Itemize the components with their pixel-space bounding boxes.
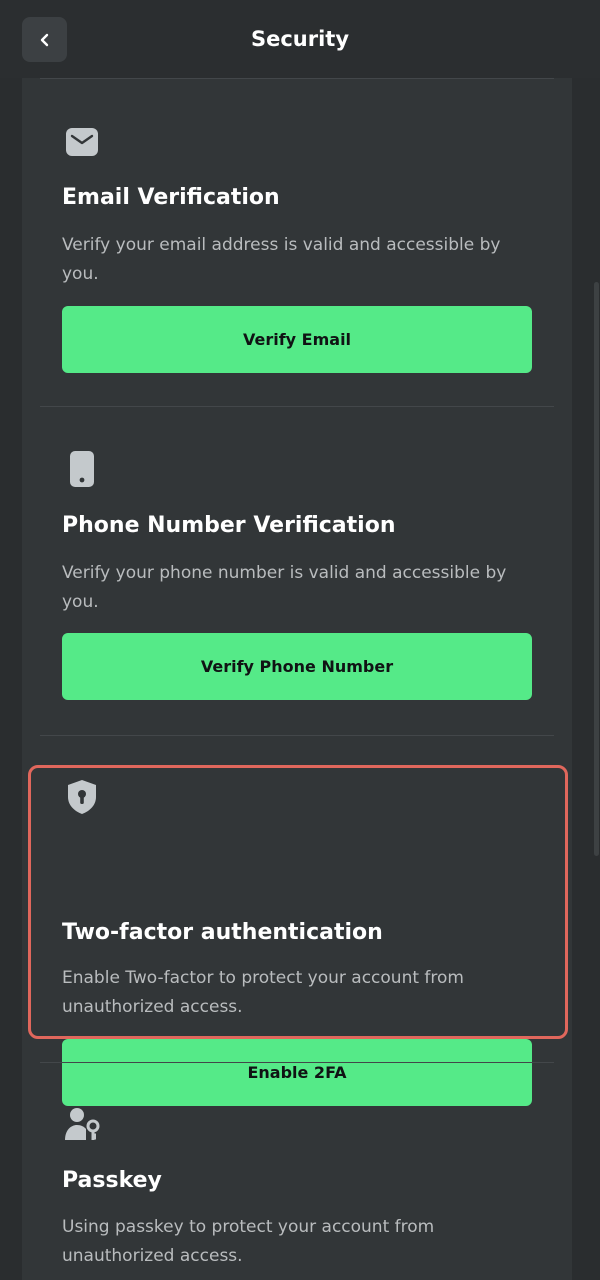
scrollbar-thumb[interactable]: [594, 282, 599, 856]
section-title: Phone Number Verification: [62, 513, 396, 538]
security-panel: Email Verification Verify your email add…: [22, 78, 572, 1280]
verify-email-button[interactable]: Verify Email: [62, 306, 532, 373]
section-description: Verify your phone number is valid and ac…: [62, 563, 507, 612]
envelope-icon: [66, 128, 98, 156]
passkey-section: Passkey Using passkey to protect your ac…: [22, 1062, 572, 1280]
phone-icon: [70, 451, 94, 487]
section-description: Verify your email address is valid and a…: [62, 235, 501, 284]
shield-lock-icon: [68, 780, 96, 814]
two-factor-section: Two-factor authentication Enable Two-fac…: [22, 735, 572, 1106]
section-description: Enable Two-factor to protect your accoun…: [62, 968, 464, 1017]
user-key-icon: [65, 1108, 100, 1140]
page-title: Security: [250, 27, 350, 51]
phone-verification-section: Phone Number Verification Verify your ph…: [22, 406, 572, 735]
section-title: Passkey: [62, 1168, 162, 1193]
top-bar: Security: [0, 0, 600, 78]
verify-phone-button[interactable]: Verify Phone Number: [62, 633, 532, 700]
section-title: Email Verification: [62, 185, 280, 210]
email-verification-section: Email Verification Verify your email add…: [22, 78, 572, 406]
section-description: Using passkey to protect your account fr…: [62, 1217, 435, 1266]
section-title: Two-factor authentication: [62, 920, 383, 945]
